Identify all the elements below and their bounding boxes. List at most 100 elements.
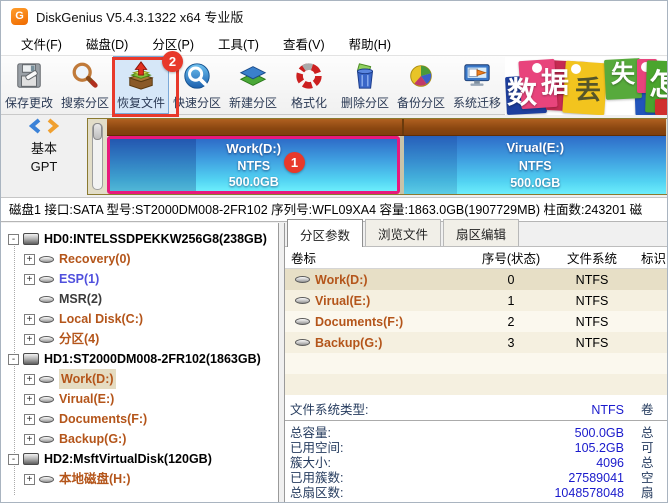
partition-style-gpt: GPT: [1, 158, 87, 176]
prev-disk-arrow-icon[interactable]: [29, 118, 42, 137]
tree-item-msr[interactable]: MSR(2): [1, 289, 278, 309]
table-row-empty: [285, 374, 667, 395]
partition-filesystem: NTFS: [237, 159, 270, 173]
expand-icon[interactable]: [24, 434, 35, 445]
menu-disk[interactable]: 磁盘(D): [74, 32, 140, 55]
disk-header-band: [107, 119, 666, 136]
partition-filesystem: NTFS: [519, 159, 552, 173]
detail-row-total-capacity: 总容量: 500.0GB 总: [285, 426, 667, 441]
expand-icon[interactable]: [24, 274, 35, 285]
expand-icon[interactable]: [24, 394, 35, 405]
tree-item-hd1[interactable]: HD1:ST2000DM008-2FR102(1863GB): [1, 349, 278, 369]
tab-sector-edit[interactable]: 扇区编辑: [443, 219, 519, 246]
delete-partition-button[interactable]: 删除分区: [337, 56, 393, 114]
table-row-work-d[interactable]: Work(D:) 0 NTFS: [285, 269, 667, 290]
disk-icon: [23, 453, 39, 465]
system-migrate-button[interactable]: 系统迁移: [449, 56, 505, 114]
search-partition-button[interactable]: 搜索分区: [57, 56, 113, 114]
tree-item-local-disk-c[interactable]: Local Disk(C:): [1, 309, 278, 329]
expand-icon[interactable]: [24, 254, 35, 265]
toolbar-label: 格式化: [291, 94, 327, 111]
search-partition-icon: [69, 60, 101, 92]
partition-zoom-slider[interactable]: [92, 123, 103, 190]
tree-item-work-d[interactable]: Work(D:): [1, 369, 278, 389]
partition-parameters: 文件系统类型: NTFS 卷 总容量: 500.0GB 总 已用空间: 105.…: [285, 400, 667, 502]
ad-char: 失: [611, 63, 635, 87]
tree-item-documents-f[interactable]: Documents(F:): [1, 409, 278, 429]
menu-tools[interactable]: 工具(T): [206, 32, 271, 55]
partition-block-work-d[interactable]: Work(D:) NTFS 500.0GB: [107, 136, 400, 194]
volume-table: Work(D:) 0 NTFS Virual(E:) 1 NTFS Docume…: [285, 269, 667, 395]
toolbar-label: 快速分区: [173, 94, 221, 111]
menu-help[interactable]: 帮助(H): [337, 32, 403, 55]
tree-item-hd2[interactable]: HD2:MsftVirtualDisk(120GB): [1, 449, 278, 469]
ad-banner[interactable]: 数 据 丢 失 怎: [505, 57, 668, 115]
quick-partition-icon: [181, 60, 213, 92]
toolbar-label: 新建分区: [229, 94, 277, 111]
save-changes-button[interactable]: 保存更改: [1, 56, 57, 114]
partition-icon: [295, 297, 310, 304]
disk-tree: HD0:INTELSSDPEKKW256G8(238GB) Recovery(0…: [1, 223, 279, 502]
expand-icon[interactable]: [24, 314, 35, 325]
tab-browse-files[interactable]: 浏览文件: [365, 219, 441, 246]
tree-item-virual-e[interactable]: Virual(E:): [1, 389, 278, 409]
partition-name: Virual(E:): [506, 140, 564, 155]
format-button[interactable]: 格式化: [281, 56, 337, 114]
partition-icon: [39, 376, 54, 383]
collapse-icon[interactable]: [8, 454, 19, 465]
table-row-virual-e[interactable]: Virual(E:) 1 NTFS: [285, 290, 667, 311]
expand-icon[interactable]: [24, 474, 35, 485]
expand-icon[interactable]: [24, 374, 35, 385]
partition-icon: [39, 416, 54, 423]
tree-item-recovery[interactable]: Recovery(0): [1, 249, 278, 269]
tree-item-esp[interactable]: ESP(1): [1, 269, 278, 289]
expand-icon[interactable]: [24, 414, 35, 425]
menu-file[interactable]: 文件(F): [9, 32, 74, 55]
toolbar-label: 删除分区: [341, 94, 389, 111]
recover-files-icon: [125, 60, 157, 92]
partition-icon: [39, 256, 54, 263]
collapse-icon[interactable]: [8, 354, 19, 365]
partition-icon: [39, 336, 54, 343]
tree-item-backup-g[interactable]: Backup(G:): [1, 429, 278, 449]
disk-icon: [23, 353, 39, 365]
backup-partition-button[interactable]: 备份分区: [393, 56, 449, 114]
table-row-backup-g[interactable]: Backup(G:) 3 NTFS: [285, 332, 667, 353]
tree-item-local-disk-h[interactable]: 本地磁盘(H:): [1, 469, 278, 489]
new-partition-button[interactable]: 新建分区: [225, 56, 281, 114]
tree-item-partition-4[interactable]: 分区(4): [1, 329, 278, 349]
partition-block-virual-e[interactable]: Virual(E:) NTFS 500.0GB: [404, 136, 666, 194]
partition-graph-panel: 基本 GPT Work(D:) NTFS 500.0GB Virual(E:) …: [1, 115, 667, 197]
menu-view[interactable]: 查看(V): [271, 32, 337, 55]
partition-size: 500.0GB: [229, 175, 279, 189]
recover-files-button[interactable]: 恢复文件: [113, 56, 169, 114]
ad-char: 据: [541, 69, 569, 97]
detail-row-used-clusters: 已用簇数: 27589041 空: [285, 471, 667, 486]
partition-icon: [39, 316, 54, 323]
partition-icon: [39, 296, 54, 303]
detail-row-used-space: 已用空间: 105.2GB 可: [285, 441, 667, 456]
system-migrate-icon: [461, 60, 493, 92]
used-space-shade: [404, 136, 456, 194]
slider-thumb[interactable]: [93, 123, 102, 140]
expand-icon[interactable]: [24, 334, 35, 345]
ad-char: 数: [507, 79, 537, 109]
col-filesystem: 文件系统: [549, 248, 635, 267]
toolbar-label: 备份分区: [397, 94, 445, 111]
detail-row-cluster-size: 簇大小: 4096 总: [285, 456, 667, 471]
tree-item-hd0[interactable]: HD0:INTELSSDPEKKW256G8(238GB): [1, 229, 278, 249]
detail-row-total-sectors: 总扇区数: 1048578048 扇: [285, 486, 667, 501]
collapse-icon[interactable]: [8, 234, 19, 245]
annotation-step-2-badge: 2: [162, 51, 183, 72]
tab-partition-params[interactable]: 分区参数: [287, 219, 363, 247]
ad-pin-dot: [571, 64, 581, 74]
delete-partition-icon: [349, 60, 381, 92]
ad-char: 丢: [575, 77, 601, 103]
toolbar-label: 恢复文件: [117, 94, 165, 111]
next-disk-arrow-icon[interactable]: [46, 118, 59, 137]
table-row-documents-f[interactable]: Documents(F:) 2 NTFS: [285, 311, 667, 332]
partition-style-basic: 基本: [1, 140, 87, 158]
detail-tabs: 分区参数 浏览文件 扇区编辑: [285, 223, 667, 247]
save-icon: [13, 60, 45, 92]
toolbar-label: 搜索分区: [61, 94, 109, 111]
